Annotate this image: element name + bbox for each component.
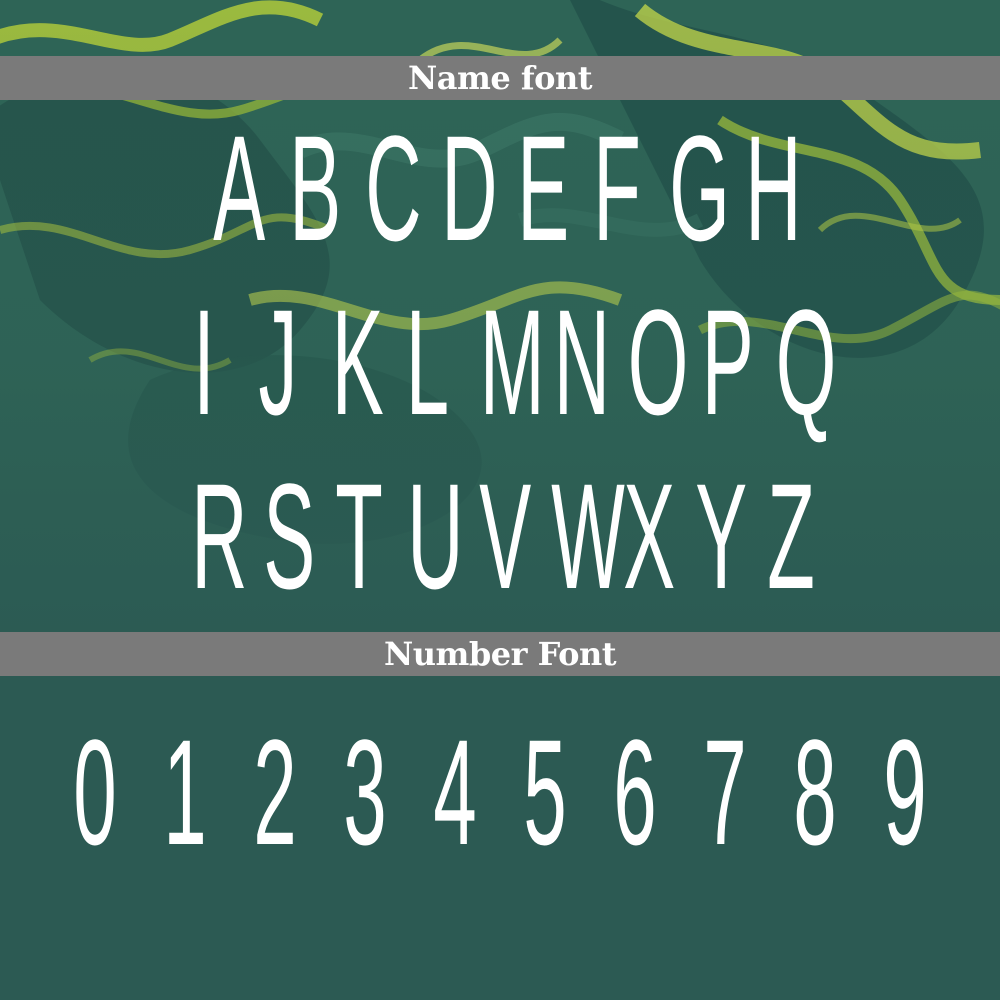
letter-glyph: R xyxy=(191,452,248,620)
digit-glyph: 0 xyxy=(73,708,117,876)
letter-glyph: G xyxy=(669,104,730,272)
letter-glyph: J xyxy=(258,278,298,446)
letter-glyph: K xyxy=(331,278,384,446)
letter-glyph: F xyxy=(593,104,641,272)
letter-glyph: E xyxy=(517,104,570,272)
letter-glyph: Y xyxy=(695,452,748,620)
letter-glyph: L xyxy=(405,278,450,446)
number-font-heading: Number Font xyxy=(384,635,616,673)
name-font-header-band: Name font xyxy=(0,56,1000,100)
letter-glyph: S xyxy=(263,452,316,620)
letter-glyph: P xyxy=(701,278,754,446)
digit-glyph: 9 xyxy=(883,708,927,876)
letter-glyph: C xyxy=(365,104,422,272)
letter-glyph: A xyxy=(213,104,266,272)
letters-row-2: I J K L M N O P Q xyxy=(0,287,1000,437)
digit-glyph: 7 xyxy=(703,708,747,876)
name-font-heading: Name font xyxy=(408,59,593,97)
digits-row: 0 1 2 3 4 5 6 7 8 9 xyxy=(0,717,1000,867)
letters-row-1: A B C D E F G H xyxy=(0,113,1000,263)
letter-glyph: U xyxy=(407,452,464,620)
letter-glyph: N xyxy=(553,278,611,446)
letter-glyph: M xyxy=(479,278,545,446)
font-preview-canvas: Name font A B C D E F G H I J K L M N O … xyxy=(0,0,1000,1000)
letter-glyph: Q xyxy=(775,278,837,446)
digit-glyph: 8 xyxy=(793,708,837,876)
digit-glyph: 5 xyxy=(523,708,567,876)
number-font-header-band: Number Font xyxy=(0,632,1000,676)
digit-glyph: 4 xyxy=(433,708,477,876)
digit-glyph: 3 xyxy=(343,708,387,876)
letters-row-3: R S T U V W X Y Z xyxy=(0,461,1000,611)
letter-glyph: B xyxy=(289,104,342,272)
letter-glyph: I xyxy=(193,278,215,446)
letter-glyph: W xyxy=(551,452,625,620)
digit-glyph: 1 xyxy=(163,708,207,876)
letter-glyph: D xyxy=(441,104,498,272)
letter-glyph: T xyxy=(335,452,383,620)
digit-glyph: 2 xyxy=(253,708,297,876)
letter-glyph: Z xyxy=(767,452,815,620)
letter-glyph: O xyxy=(627,278,689,446)
digit-glyph: 6 xyxy=(613,708,657,876)
letter-glyph: X xyxy=(623,452,676,620)
letter-glyph: H xyxy=(745,104,802,272)
letter-glyph: V xyxy=(479,452,532,620)
